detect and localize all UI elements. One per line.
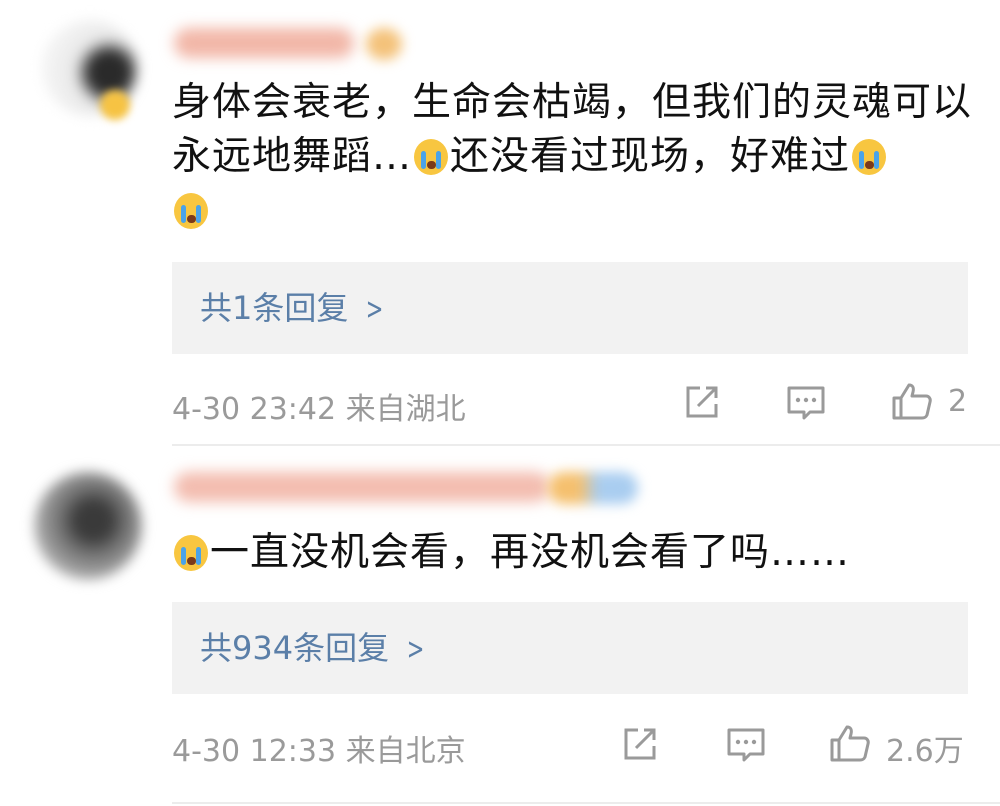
like-count: 2 xyxy=(948,384,968,419)
crying-face-icon xyxy=(414,139,449,175)
chevron-right-icon: > xyxy=(366,292,384,327)
reply-count[interactable]: 共934条回复 xyxy=(200,629,389,667)
time-text: 4-30 12:33 xyxy=(172,734,337,769)
location-text: 来自北京 xyxy=(345,734,466,769)
comment-text: 身体会衰老，生命会枯竭，但我们的灵魂可以永远地舞蹈… 还没看过现场，好难过 xyxy=(172,76,972,238)
comment-icon[interactable] xyxy=(724,722,768,766)
time-text: 4-30 23:42 xyxy=(172,392,337,427)
share-icon[interactable] xyxy=(680,380,724,424)
share-icon[interactable] xyxy=(618,722,662,766)
replies-link[interactable]: 共934条回复 > xyxy=(172,602,968,694)
verified-badge-icon xyxy=(100,90,130,120)
avatar[interactable] xyxy=(34,472,142,580)
comment-meta: 4-30 23:42 来自湖北 2 xyxy=(172,380,972,427)
user-level-badge-icon xyxy=(548,472,638,504)
comment-meta: 4-30 12:33 来自北京 2.6万 xyxy=(172,722,972,769)
divider xyxy=(172,802,1000,804)
replies-label[interactable]: 共934条回复 > xyxy=(200,628,428,670)
like-icon[interactable] xyxy=(828,722,872,766)
comment-text-part: 一直没机会看，再没机会看了吗…… xyxy=(210,530,851,575)
comment-icon[interactable] xyxy=(784,380,828,424)
chevron-right-icon: > xyxy=(406,632,425,667)
crying-face-icon xyxy=(174,535,208,571)
comment-item: 身体会衰老，生命会枯竭，但我们的灵魂可以永远地舞蹈… 还没看过现场，好难过 共1条… xyxy=(0,0,1000,446)
reply-count[interactable]: 共1条回复 xyxy=(200,289,348,327)
comment-item: 一直没机会看，再没机会看了吗…… 共934条回复 > 4-30 12:33 来自北… xyxy=(0,446,1000,806)
crying-face-icon xyxy=(174,193,208,229)
username-blurred[interactable] xyxy=(174,28,354,58)
user-level-badge-icon xyxy=(366,28,402,60)
crying-face-icon xyxy=(852,139,887,175)
replies-label[interactable]: 共1条回复 > xyxy=(200,288,388,330)
comment-text: 一直没机会看，再没机会看了吗…… xyxy=(172,526,972,580)
timestamp: 4-30 23:42 来自湖北 xyxy=(172,384,466,428)
replies-link[interactable]: 共1条回复 > xyxy=(172,262,968,354)
timestamp: 4-30 12:33 来自北京 xyxy=(172,726,466,770)
username-blurred[interactable] xyxy=(174,472,550,502)
location-text: 来自湖北 xyxy=(345,392,466,427)
comment-text-part: 还没看过现场，好难过 xyxy=(450,134,851,179)
like-count: 2.6万 xyxy=(886,734,964,769)
like-icon[interactable] xyxy=(890,380,934,424)
